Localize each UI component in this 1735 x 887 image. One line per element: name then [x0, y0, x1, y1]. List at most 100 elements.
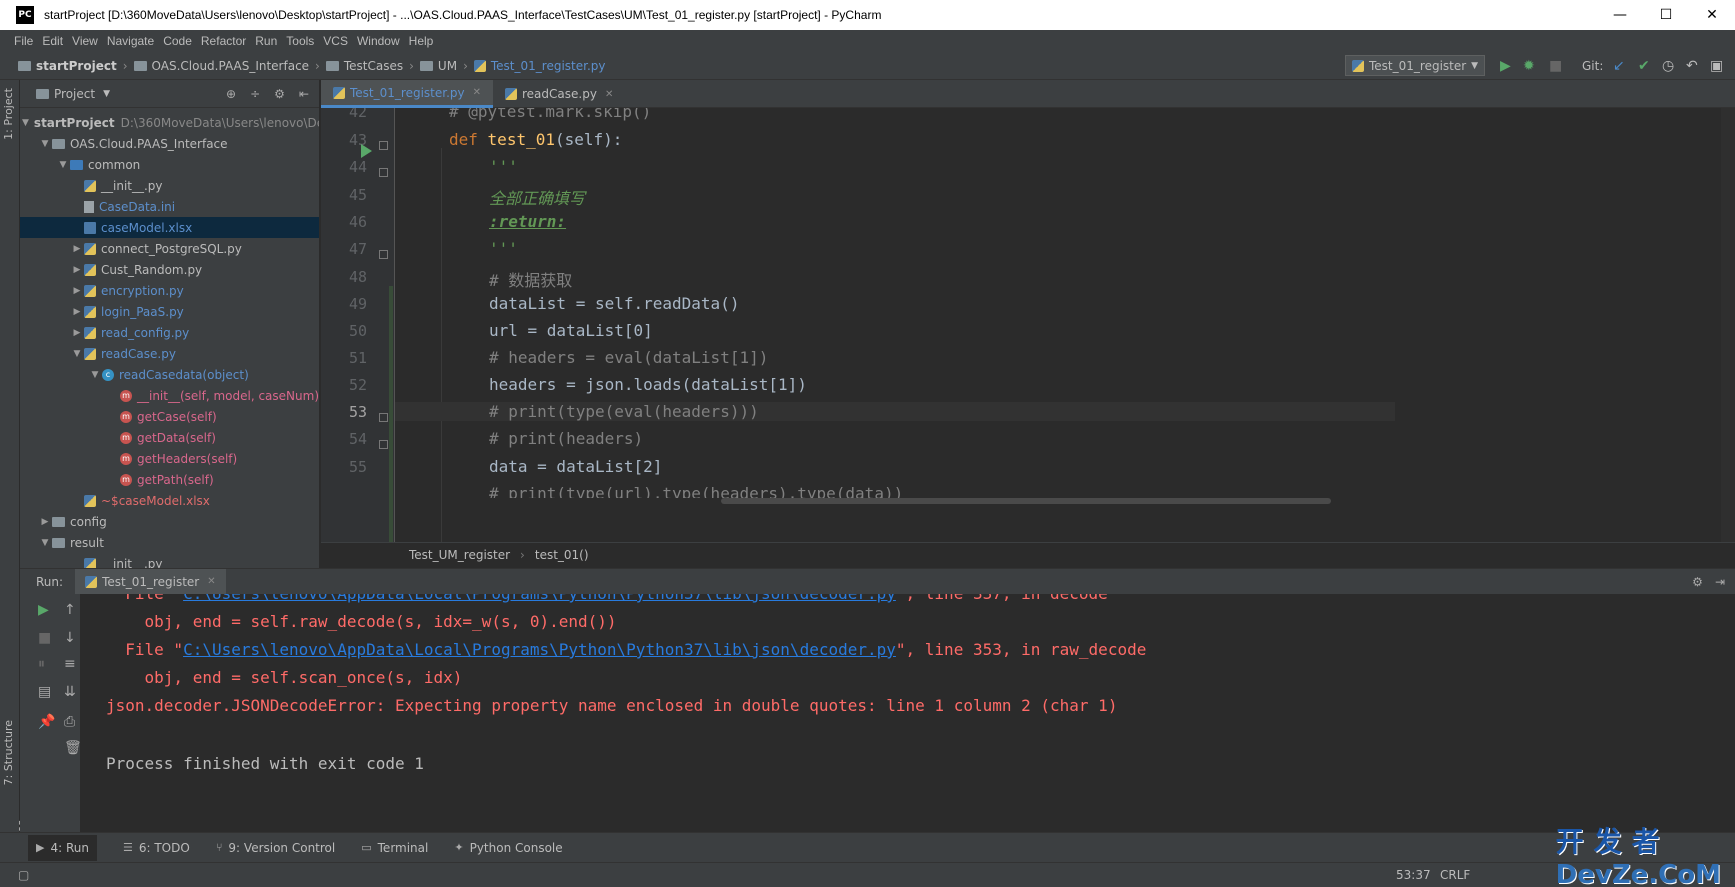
- tree-item[interactable]: ▼ OAS.Cloud.PAAS_Interface: [20, 133, 319, 154]
- fold-marker-icon[interactable]: [379, 413, 388, 422]
- tool-tab-version-control[interactable]: ⑂ 9: Version Control: [216, 841, 335, 855]
- rerun-icon[interactable]: ▶: [38, 602, 49, 618]
- menu-run[interactable]: Run: [255, 34, 277, 48]
- breadcrumb-method[interactable]: test_01(): [535, 548, 589, 562]
- expand-arrow-icon[interactable]: ▼: [22, 118, 29, 128]
- crumb-um[interactable]: UM ›: [419, 59, 468, 73]
- menu-code[interactable]: Code: [163, 34, 192, 48]
- hide-panel-icon[interactable]: ⇥: [1715, 575, 1725, 589]
- gear-icon[interactable]: ⚙: [274, 87, 285, 101]
- horizontal-scrollbar[interactable]: [721, 498, 1331, 504]
- run-console[interactable]: File "C:\Users\lenovo\AppData\Local\Prog…: [80, 594, 1735, 832]
- tree-item[interactable]: m getPath(self): [20, 469, 319, 490]
- git-commit-icon[interactable]: ✔: [1638, 58, 1650, 74]
- scroll-to-end-icon[interactable]: ⇊: [64, 684, 76, 700]
- close-button[interactable]: ✕: [1689, 0, 1735, 30]
- run-test-gutter-icon[interactable]: [361, 144, 372, 158]
- tree-root[interactable]: ▼ startProject D:\360MoveData\Users\leno…: [20, 112, 319, 133]
- collapse-arrow-icon[interactable]: ▶: [70, 244, 84, 254]
- down-arrow-icon[interactable]: ↓: [64, 630, 76, 646]
- line-separator[interactable]: CRLF: [1440, 868, 1470, 882]
- tab-test-01-register[interactable]: Test_01_register.py ✕: [321, 80, 493, 108]
- tool-tab-run[interactable]: ▶ 4: Run: [28, 834, 97, 861]
- structure-tool-tab[interactable]: 7: Structure: [2, 720, 15, 785]
- tree-item[interactable]: ▼ common: [20, 154, 319, 175]
- tool-tab-terminal[interactable]: ▭ Terminal: [361, 841, 428, 855]
- minimize-button[interactable]: —: [1597, 0, 1643, 30]
- settings-icon[interactable]: ▣: [1710, 58, 1723, 74]
- hide-icon[interactable]: ⇤: [299, 87, 309, 101]
- collapse-arrow-icon[interactable]: ▶: [70, 265, 84, 275]
- menu-window[interactable]: Window: [357, 34, 400, 48]
- run-tab[interactable]: Test_01_register ✕: [75, 568, 226, 595]
- tree-item[interactable]: ▶ config: [20, 511, 319, 532]
- fold-marker-icon[interactable]: [379, 141, 388, 150]
- menu-vcs[interactable]: VCS: [323, 34, 348, 48]
- pause-icon[interactable]: ⏸: [38, 656, 45, 672]
- menu-refactor[interactable]: Refactor: [201, 34, 246, 48]
- revert-icon[interactable]: ↶: [1686, 58, 1698, 74]
- tool-tab-python-console[interactable]: ✦ Python Console: [454, 841, 562, 855]
- collapse-arrow-icon[interactable]: ▶: [70, 286, 84, 296]
- fold-marker-icon[interactable]: [379, 250, 388, 259]
- expand-arrow-icon[interactable]: ▼: [38, 139, 52, 149]
- tree-item[interactable]: ▶ read_config.py: [20, 322, 319, 343]
- expand-arrow-icon[interactable]: ▼: [70, 349, 84, 359]
- soft-wrap-icon[interactable]: ≡: [64, 656, 76, 672]
- pin-icon[interactable]: 📌: [38, 714, 55, 730]
- tree-item[interactable]: ~$caseModel.xlsx: [20, 490, 319, 511]
- tree-item[interactable]: ▶ login_PaaS.py: [20, 301, 319, 322]
- tree-item[interactable]: m getCase(self): [20, 406, 319, 427]
- tree-item[interactable]: CaseData.ini: [20, 196, 319, 217]
- run-icon[interactable]: ▶: [1500, 58, 1511, 74]
- collapse-arrow-icon[interactable]: ▶: [38, 517, 52, 527]
- file-link[interactable]: C:\Users\lenovo\AppData\Local\Programs\P…: [183, 640, 896, 659]
- project-tool-tab[interactable]: 1: Project: [2, 88, 15, 140]
- expand-arrow-icon[interactable]: ▼: [56, 160, 70, 170]
- tab-readcase[interactable]: readCase.py ✕: [493, 80, 625, 108]
- menu-navigate[interactable]: Navigate: [107, 34, 154, 48]
- collapse-arrow-icon[interactable]: ▶: [70, 328, 84, 338]
- tool-tab-todo[interactable]: ☰ 6: TODO: [123, 841, 190, 855]
- file-link[interactable]: C:\Users\lenovo\AppData\Local\Programs\P…: [183, 594, 896, 603]
- crumb-file[interactable]: Test_01_register.py: [473, 59, 605, 73]
- git-update-icon[interactable]: ↙: [1613, 58, 1625, 74]
- menu-file[interactable]: File: [14, 34, 33, 48]
- run-config-dropdown[interactable]: Test_01_register ▼: [1345, 55, 1485, 76]
- menu-view[interactable]: View: [72, 34, 98, 48]
- gear-icon[interactable]: ⚙: [1692, 575, 1703, 589]
- menu-edit[interactable]: Edit: [42, 34, 63, 48]
- crumb-testcases[interactable]: TestCases ›: [325, 59, 414, 73]
- stop-icon[interactable]: ■: [1549, 58, 1562, 74]
- breadcrumb-class[interactable]: Test_UM_register: [409, 548, 510, 562]
- tree-item[interactable]: m __init__(self, model, caseNum): [20, 385, 319, 406]
- tree-item[interactable]: __init__.py: [20, 175, 319, 196]
- up-arrow-icon[interactable]: ↑: [64, 602, 76, 618]
- fold-marker-icon[interactable]: [379, 168, 388, 177]
- dump-threads-icon[interactable]: ▤: [38, 684, 51, 700]
- tree-item[interactable]: __init__.py: [20, 553, 319, 568]
- tree-item[interactable]: m getHeaders(self): [20, 448, 319, 469]
- tree-item[interactable]: ▼ c readCasedata(object): [20, 364, 319, 385]
- history-icon[interactable]: ◷: [1662, 58, 1674, 74]
- project-view-selector[interactable]: Project: [54, 87, 95, 101]
- toggle-tool-windows-icon[interactable]: ▢: [18, 868, 29, 882]
- expand-arrow-icon[interactable]: ▼: [38, 538, 52, 548]
- tree-item-selected[interactable]: caseModel.xlsx: [20, 217, 319, 238]
- crumb-startproject[interactable]: startProject ›: [18, 59, 128, 73]
- crumb-oas[interactable]: OAS.Cloud.PAAS_Interface ›: [133, 59, 320, 73]
- tree-item[interactable]: ▼ result: [20, 532, 319, 553]
- close-tab-icon[interactable]: ✕: [605, 89, 613, 100]
- print-icon[interactable]: ⎙: [64, 714, 75, 730]
- maximize-button[interactable]: ☐: [1643, 0, 1689, 30]
- cursor-position[interactable]: 53:37: [1396, 868, 1431, 882]
- menu-tools[interactable]: Tools: [286, 34, 314, 48]
- tree-item[interactable]: ▶ connect_PostgreSQL.py: [20, 238, 319, 259]
- fold-marker-icon[interactable]: [379, 440, 388, 449]
- tree-item[interactable]: ▶ Cust_Random.py: [20, 259, 319, 280]
- collapse-arrow-icon[interactable]: ▶: [70, 307, 84, 317]
- scope-icon[interactable]: ⊕: [226, 87, 236, 101]
- close-tab-icon[interactable]: ✕: [207, 576, 215, 587]
- vertical-scrollbar[interactable]: [1721, 108, 1735, 542]
- stop-icon[interactable]: ■: [38, 630, 51, 646]
